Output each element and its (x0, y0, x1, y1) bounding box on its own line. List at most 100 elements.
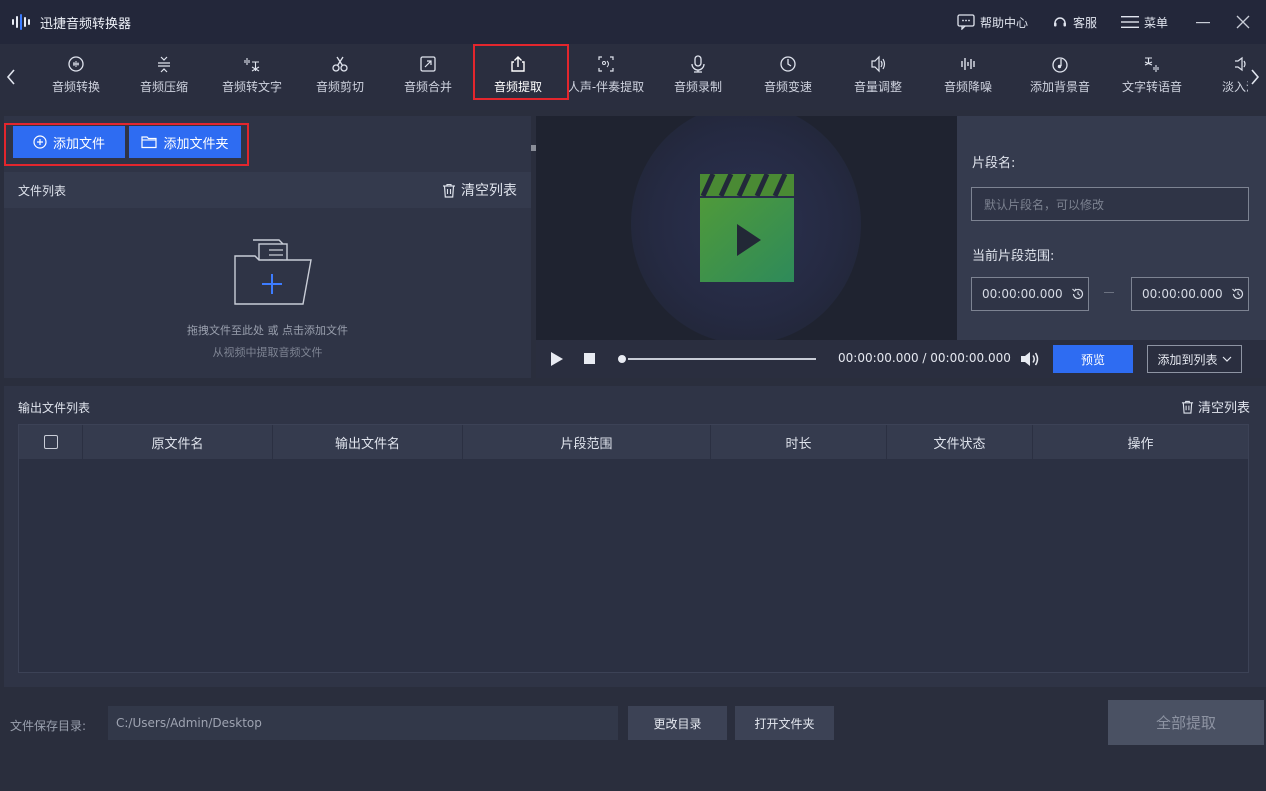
add-to-list-label: 添加到列表 (1157, 352, 1218, 367)
open-folder-button[interactable]: 打开文件夹 (735, 706, 834, 740)
history-icon[interactable] (1231, 287, 1245, 301)
tool-audio-convert[interactable]: 音频转换 (32, 44, 120, 104)
segment-range-label: 当前片段范围: (972, 249, 1055, 264)
tool-text-to-speech[interactable]: 文字转语音 (1108, 44, 1196, 104)
end-time-input[interactable]: 00:00:00.000 (1131, 277, 1249, 311)
volume-icon[interactable] (1020, 350, 1040, 368)
close-button[interactable] (1232, 11, 1254, 33)
add-to-list-dropdown[interactable]: 添加到列表 (1147, 345, 1242, 373)
stop-button[interactable] (584, 353, 595, 364)
title-bar: 迅捷音频转换器 帮助中心 客服 菜单 (0, 0, 1266, 44)
extract-all-button[interactable]: 全部提取 (1108, 700, 1264, 745)
segment-panel: 片段名: 默认片段名，可以修改 当前片段范围: 00:00:00.000 00:… (957, 116, 1266, 340)
help-center-button[interactable]: 帮助中心 (957, 14, 1028, 31)
save-path-input[interactable]: C:/Users/Admin/Desktop (108, 706, 618, 740)
progress-handle[interactable] (616, 353, 628, 365)
tool-list: 音频转换 音频压缩 音频转文字 音频剪切 音频合并 音频提取 人声-伴奏提取 音频录制 音频变速… (32, 44, 1248, 104)
file-drop-zone[interactable]: 拖拽文件至此处 或 点击添加文件 从视频中提取音频文件 (4, 208, 531, 378)
minimize-button[interactable] (1192, 11, 1214, 33)
tool-waveform[interactable]: 音频降噪 (924, 44, 1012, 104)
time-display: 00:00:00.000 / 00:00:00.000 (838, 351, 1011, 365)
feature-toolbar: 音频转换 音频压缩 音频转文字 音频剪切 音频合并 音频提取 人声-伴奏提取 音频录制 音频变速… (0, 44, 1266, 151)
column-header[interactable]: 操作 (1033, 425, 1248, 459)
select-all-cell (19, 425, 83, 459)
history-icon[interactable] (1071, 287, 1085, 301)
start-time-value: 00:00:00.000 (982, 287, 1063, 301)
drop-hint-text: 拖拽文件至此处 或 点击添加文件 (187, 324, 348, 337)
tool-background-music[interactable]: 添加背景音 (1016, 44, 1104, 104)
clear-output-list-label: 清空列表 (1197, 401, 1250, 416)
tool-label: 人声-伴奏提取 (567, 80, 645, 94)
tool-upload[interactable]: 音频提取 (474, 44, 562, 104)
start-time-input[interactable]: 00:00:00.000 (971, 277, 1089, 311)
footer: 文件保存目录: C:/Users/Admin/Desktop 更改目录 打开文件… (0, 690, 1266, 791)
file-list-header: 文件列表 清空列表 (4, 172, 531, 208)
tool-audio-merge[interactable]: 音频合并 (384, 44, 472, 104)
scissors-icon (332, 56, 348, 72)
column-header[interactable]: 时长 (711, 425, 887, 459)
tool-vocal-extract[interactable]: 人声-伴奏提取 (562, 44, 650, 104)
player-controls: 00:00:00.000 / 00:00:00.000 预览 添加到列表 (536, 340, 1266, 378)
menu-button[interactable]: 菜单 (1120, 14, 1168, 31)
add-folder-button[interactable]: 添加文件夹 (129, 126, 241, 158)
tool-audio-compress[interactable]: 音频压缩 (120, 44, 208, 104)
toolbar-scroll-right-button[interactable] (1248, 62, 1262, 92)
tool-volume[interactable]: 音量调整 (834, 44, 922, 104)
segment-name-label: 片段名: (972, 156, 1016, 171)
help-center-label: 帮助中心 (979, 15, 1028, 30)
folder-icon (141, 136, 158, 149)
column-header[interactable]: 文件状态 (887, 425, 1033, 459)
progress-track[interactable] (620, 358, 816, 360)
column-header[interactable]: 原文件名 (83, 425, 273, 459)
tool-label: 音频转换 (51, 80, 100, 94)
speed-icon (780, 56, 796, 72)
preview-button[interactable]: 预览 (1053, 345, 1133, 373)
select-all-checkbox[interactable] (43, 435, 58, 449)
clear-file-list-label: 清空列表 (461, 183, 517, 199)
tool-microphone[interactable]: 音频录制 (654, 44, 742, 104)
tool-label: 音频剪切 (315, 80, 364, 94)
tool-label: 音频压缩 (139, 80, 188, 94)
tool-speed[interactable]: 音频变速 (744, 44, 832, 104)
tool-fade[interactable]: 淡入淡 (1196, 44, 1248, 104)
output-list-title: 输出文件列表 (18, 401, 91, 415)
toolbar-scroll-left-button[interactable] (4, 62, 18, 92)
video-clapper-icon (700, 174, 794, 282)
audio-convert-icon (68, 56, 84, 72)
change-dir-label: 更改目录 (653, 716, 702, 731)
column-header[interactable]: 输出文件名 (273, 425, 463, 459)
video-preview (536, 116, 957, 340)
close-icon (1236, 15, 1250, 29)
preview-label: 预览 (1080, 352, 1105, 367)
segment-name-input[interactable]: 默认片段名，可以修改 (971, 187, 1249, 221)
add-file-button[interactable]: 添加文件 (13, 126, 125, 158)
change-dir-button[interactable]: 更改目录 (628, 706, 727, 740)
clear-output-list-button[interactable]: 清空列表 (1181, 397, 1250, 416)
output-table: 原文件名 输出文件名 片段范围 时长 文件状态 操作 (18, 424, 1249, 673)
play-button[interactable] (550, 351, 564, 367)
background-music-icon (1052, 57, 1068, 73)
customer-service-button[interactable]: 客服 (1052, 14, 1097, 31)
plus-circle-icon (33, 135, 47, 149)
tool-label: 文字转语音 (1121, 80, 1182, 94)
volume-icon (871, 55, 886, 73)
text-to-speech-icon (1144, 57, 1159, 72)
add-file-label: 添加文件 (52, 136, 105, 152)
tool-audio-to-text[interactable]: 音频转文字 (208, 44, 296, 104)
folder-add-icon[interactable] (229, 234, 317, 306)
audio-to-text-icon (244, 58, 260, 72)
minimize-icon (1196, 22, 1210, 24)
add-buttons-area: 添加文件 添加文件夹 (4, 116, 531, 170)
app-logo-icon (12, 13, 34, 31)
chat-help-icon (957, 14, 975, 30)
trash-icon (1181, 400, 1194, 414)
end-time-value: 00:00:00.000 (1142, 287, 1223, 301)
column-header[interactable]: 片段范围 (463, 425, 711, 459)
tool-label: 音频合并 (403, 80, 452, 94)
tool-label: 音量调整 (853, 80, 902, 94)
audio-merge-icon (420, 56, 436, 72)
output-panel: 输出文件列表 清空列表 原文件名 输出文件名 片段范围 时长 文件状态 操作 (4, 386, 1266, 687)
tool-scissors[interactable]: 音频剪切 (296, 44, 384, 104)
fade-icon (1235, 56, 1246, 72)
clear-file-list-button[interactable]: 清空列表 (442, 172, 517, 208)
